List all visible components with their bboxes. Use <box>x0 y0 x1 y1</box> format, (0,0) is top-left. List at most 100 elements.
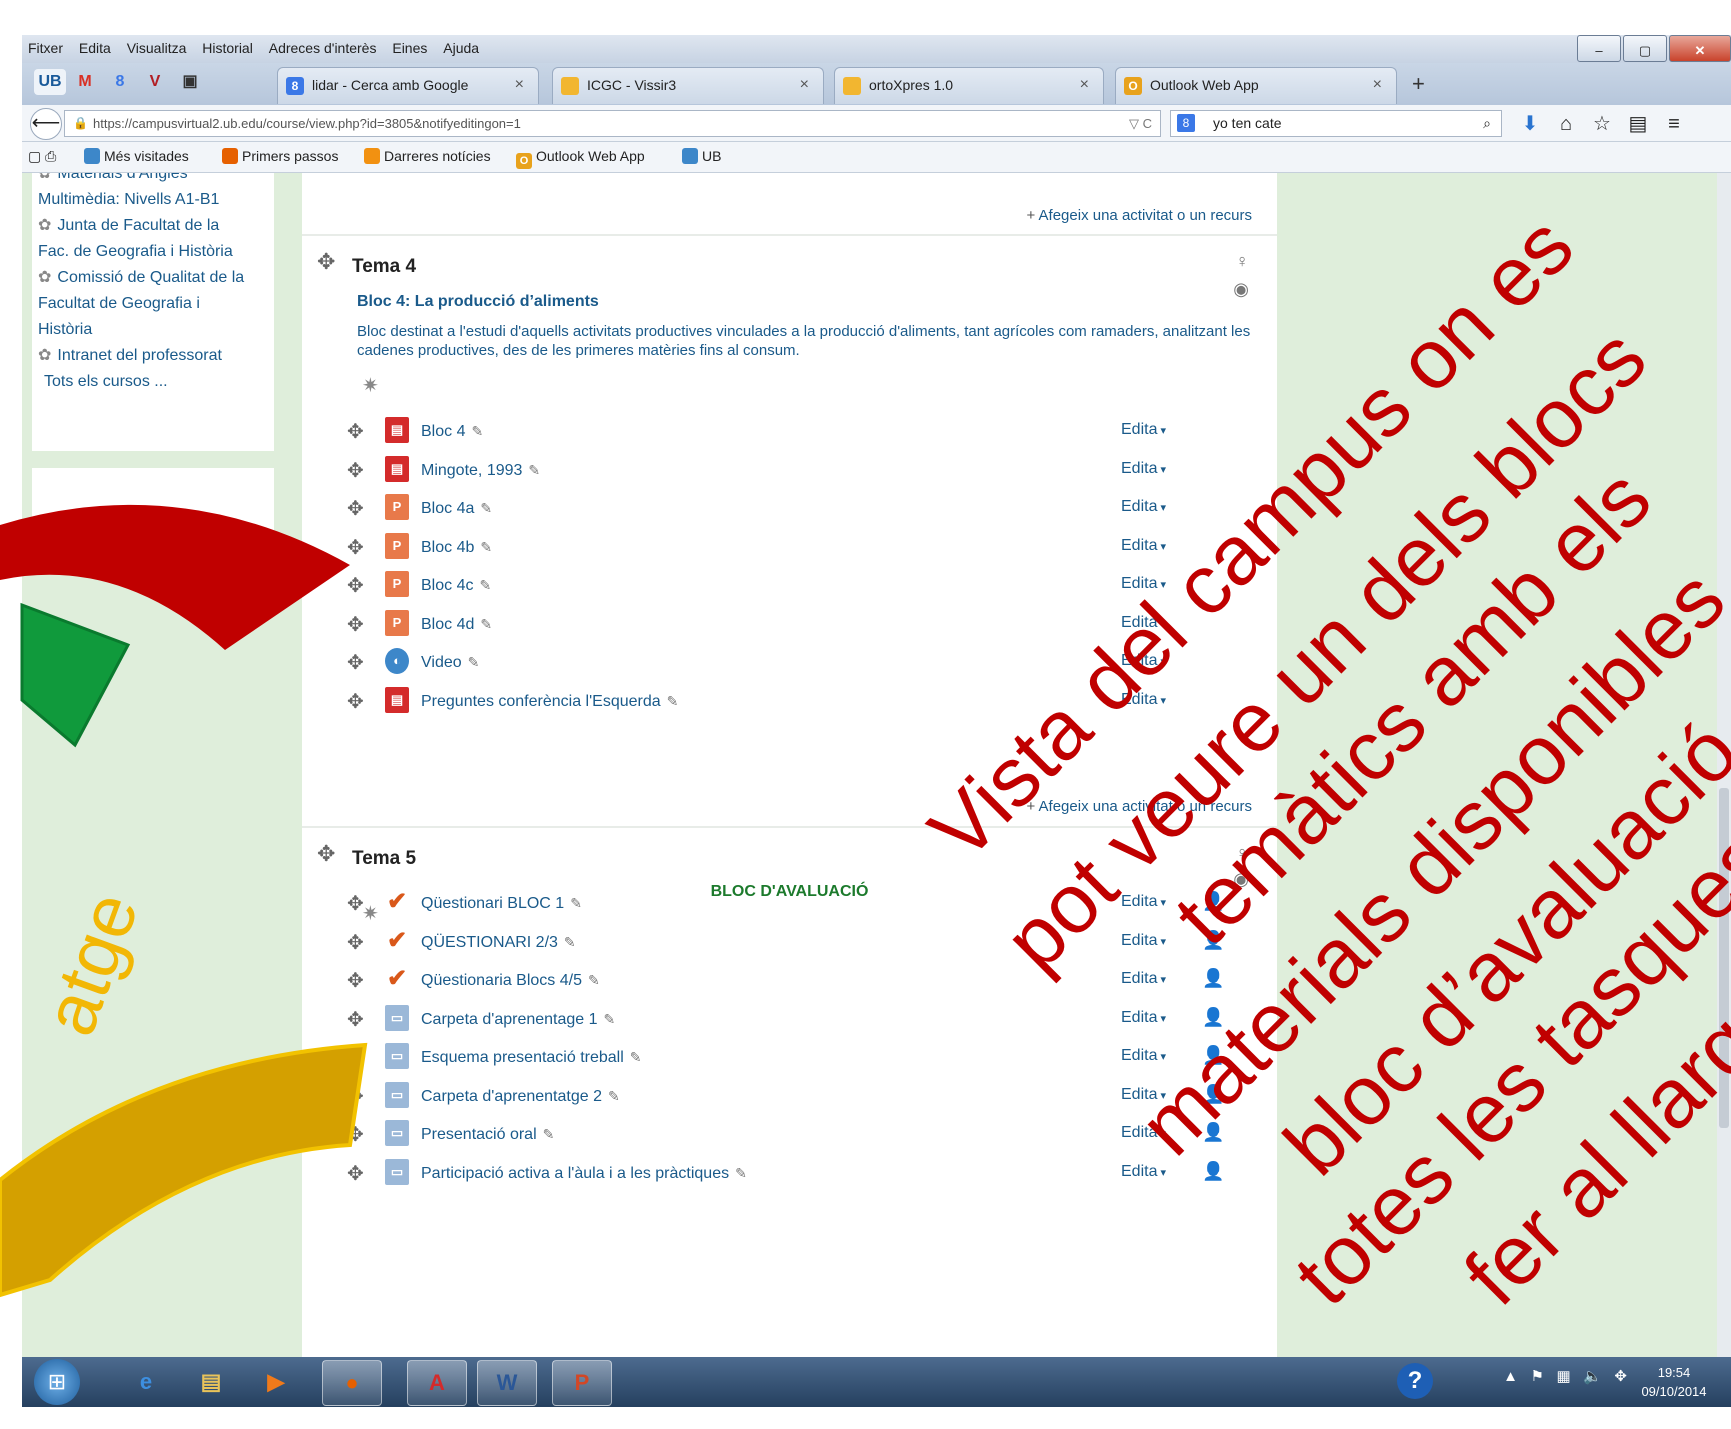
activity-link[interactable]: QÜESTIONARI 2/3 ✎ <box>421 934 576 952</box>
move-activity-icon[interactable]: ✥ <box>347 535 364 560</box>
edit-title-pencil-icon[interactable]: ✎ <box>570 895 582 911</box>
move-activity-icon[interactable]: ✥ <box>347 689 364 714</box>
search-bar[interactable]: 8 yo ten cate ⌕ <box>1170 110 1502 137</box>
edit-menu-button[interactable]: Edita ▾ <box>1121 893 1166 911</box>
dropbox-icon[interactable]: ✥ <box>1614 1368 1627 1385</box>
edit-menu-button[interactable]: Edita ▾ <box>1121 614 1166 632</box>
search-input[interactable]: yo ten cate <box>1213 111 1282 136</box>
move-activity-icon[interactable]: ✥ <box>347 930 364 955</box>
flag-icon[interactable]: ⚑ <box>1531 1368 1544 1385</box>
edit-title-pencil-icon[interactable]: ✎ <box>564 934 576 950</box>
google-icon[interactable]: 8 <box>104 69 136 95</box>
close-icon[interactable]: × <box>1080 76 1089 94</box>
edit-title-pencil-icon[interactable]: ✎ <box>468 654 480 670</box>
activity-link[interactable]: Mingote, 1993 ✎ <box>421 462 540 480</box>
help-icon[interactable]: ? <box>1397 1363 1433 1399</box>
activity-link[interactable]: Participació activa a l'àula i a les prà… <box>421 1165 747 1183</box>
edit-menu-button[interactable]: Edita ▾ <box>1121 970 1166 988</box>
user-role-icon[interactable]: 👤 <box>1202 1084 1224 1105</box>
edit-title-pencil-icon[interactable]: ✎ <box>608 1088 620 1104</box>
user-role-icon[interactable]: 👤 <box>1202 1122 1224 1143</box>
edit-title-pencil-icon[interactable]: ✎ <box>480 500 492 516</box>
edit-menu-button[interactable]: Edita ▾ <box>1121 691 1166 709</box>
ub-icon[interactable]: UB <box>34 69 66 95</box>
move-activity-icon[interactable]: ✥ <box>347 612 364 637</box>
network-icon[interactable]: ▦ <box>1557 1368 1571 1385</box>
move-activity-icon[interactable]: ✥ <box>347 968 364 993</box>
word-icon[interactable]: W <box>477 1360 537 1406</box>
edit-menu-button[interactable]: Edita ▾ <box>1121 1124 1166 1142</box>
activity-link[interactable]: Carpeta d'aprenentage 1 ✎ <box>421 1011 615 1029</box>
move-activity-icon[interactable]: ✥ <box>347 458 364 483</box>
minimize-icon[interactable]: – <box>1577 35 1621 62</box>
bookmark-star-icon[interactable]: ☆ <box>1584 111 1620 136</box>
move-activity-icon[interactable]: ✥ <box>347 1084 364 1109</box>
bookmark-darreres-noticies[interactable]: Darreres notícies <box>364 148 491 164</box>
move-activity-icon[interactable]: ✥ <box>347 1045 364 1070</box>
menu-eines[interactable]: Eines <box>386 35 433 56</box>
scrollbar-thumb[interactable] <box>1719 788 1729 1128</box>
close-icon[interactable]: × <box>800 76 809 94</box>
bookmark-primers-passos[interactable]: Primers passos <box>222 148 338 164</box>
window-icon[interactable]: ▢ ⎙ <box>28 148 56 165</box>
edit-title-pencil-icon[interactable]: ✎ <box>479 577 491 593</box>
move-activity-icon[interactable]: ✥ <box>347 573 364 598</box>
highlight-lightbulb-icon[interactable]: ♀ <box>1236 843 1250 864</box>
explorer-icon[interactable]: ▤ <box>182 1360 240 1404</box>
user-role-icon[interactable]: 👤 <box>1202 891 1224 912</box>
clock[interactable]: 19:54 09/10/2014 <box>1629 1361 1719 1399</box>
sidebar-item-tots-cursos[interactable]: Tots els cursos ... <box>32 369 274 395</box>
edit-menu-button[interactable]: Edita ▾ <box>1121 932 1166 950</box>
menu-edita[interactable]: Edita <box>73 35 117 56</box>
edit-title-pencil-icon[interactable]: ✎ <box>480 539 492 555</box>
start-windows-icon[interactable]: ⊞ <box>34 1359 80 1405</box>
screen-icon[interactable]: ▣ <box>174 69 206 95</box>
activity-link[interactable]: Esquema presentació treball ✎ <box>421 1049 642 1067</box>
reload-icon[interactable]: ▽ C <box>1129 111 1152 136</box>
edit-title-pencil-icon[interactable]: ✎ <box>630 1049 642 1065</box>
url-bar[interactable]: 🔒 https://campusvirtual2.ub.edu/course/v… <box>64 110 1161 137</box>
activity-link[interactable]: Bloc 4c ✎ <box>421 577 491 595</box>
edit-title-pencil-icon[interactable]: ✎ <box>480 616 492 632</box>
edit-menu-button[interactable]: Edita ▾ <box>1121 498 1166 516</box>
search-icon[interactable]: ⌕ <box>1483 111 1491 136</box>
download-icon[interactable]: ⬇ <box>1512 111 1548 136</box>
activity-link[interactable]: Preguntes conferència l'Esquerda ✎ <box>421 693 678 711</box>
tab-lidar[interactable]: 8 lidar - Cerca amb Google × <box>277 67 539 104</box>
tab-outlook[interactable]: O Outlook Web App × <box>1115 67 1397 104</box>
activity-link[interactable]: Bloc 4d ✎ <box>421 616 492 634</box>
back-arrow-icon[interactable]: ⟵ <box>30 108 62 140</box>
edit-menu-button[interactable]: Edita ▾ <box>1121 537 1166 555</box>
edit-menu-button[interactable]: Edita ▾ <box>1121 421 1166 439</box>
vertical-scrollbar[interactable] <box>1717 173 1731 1357</box>
new-tab-button[interactable]: + <box>1412 71 1425 97</box>
sidebar-item-comissio-qualitat[interactable]: ✿ Comissió de Qualitat de la <box>32 265 274 291</box>
sidebar-item-multimedia[interactable]: Multimèdia: Nivells A1-B1 <box>32 187 274 213</box>
edit-title-pencil-icon[interactable]: ✎ <box>471 423 483 439</box>
sidebar-item-intranet[interactable]: ✿ Intranet del professorat <box>32 343 274 369</box>
menu-historial[interactable]: Historial <box>196 35 259 56</box>
acrobat-icon[interactable]: A <box>407 1360 467 1406</box>
ie-icon[interactable]: e <box>117 1360 175 1404</box>
bookmark-outlook[interactable]: O Outlook Web App <box>516 148 645 169</box>
reading-list-icon[interactable]: ▤ <box>1620 111 1656 136</box>
tab-icgc[interactable]: ICGC - Vissir3 × <box>552 67 824 104</box>
move-section-icon[interactable]: ✥ <box>317 841 335 867</box>
tab-ortoxpres[interactable]: ortoXpres 1.0 × <box>834 67 1104 104</box>
edit-menu-button[interactable]: Edita ▾ <box>1121 1086 1166 1104</box>
menu-adreces[interactable]: Adreces d'interès <box>263 35 383 56</box>
gmail-icon[interactable]: M <box>69 69 101 95</box>
move-activity-icon[interactable]: ✥ <box>347 1161 364 1186</box>
activity-link[interactable]: Carpeta d'aprenentatge 2 ✎ <box>421 1088 620 1106</box>
edit-menu-button[interactable]: Edita ▾ <box>1121 460 1166 478</box>
visibility-eye-icon[interactable]: ◉ <box>1233 279 1249 300</box>
google-icon[interactable]: 8 <box>1177 114 1195 132</box>
bookmark-most-visited[interactable]: Més visitades <box>84 148 189 164</box>
edit-title-pencil-icon[interactable]: ✎ <box>528 462 540 478</box>
edit-menu-button[interactable]: Edita ▾ <box>1121 575 1166 593</box>
edit-menu-button[interactable]: Edita ▾ <box>1121 652 1166 670</box>
edit-title-pencil-icon[interactable]: ✎ <box>604 1011 616 1027</box>
menu-ajuda[interactable]: Ajuda <box>437 35 485 56</box>
user-role-icon[interactable]: 👤 <box>1202 930 1224 951</box>
close-icon[interactable]: × <box>1373 76 1382 94</box>
